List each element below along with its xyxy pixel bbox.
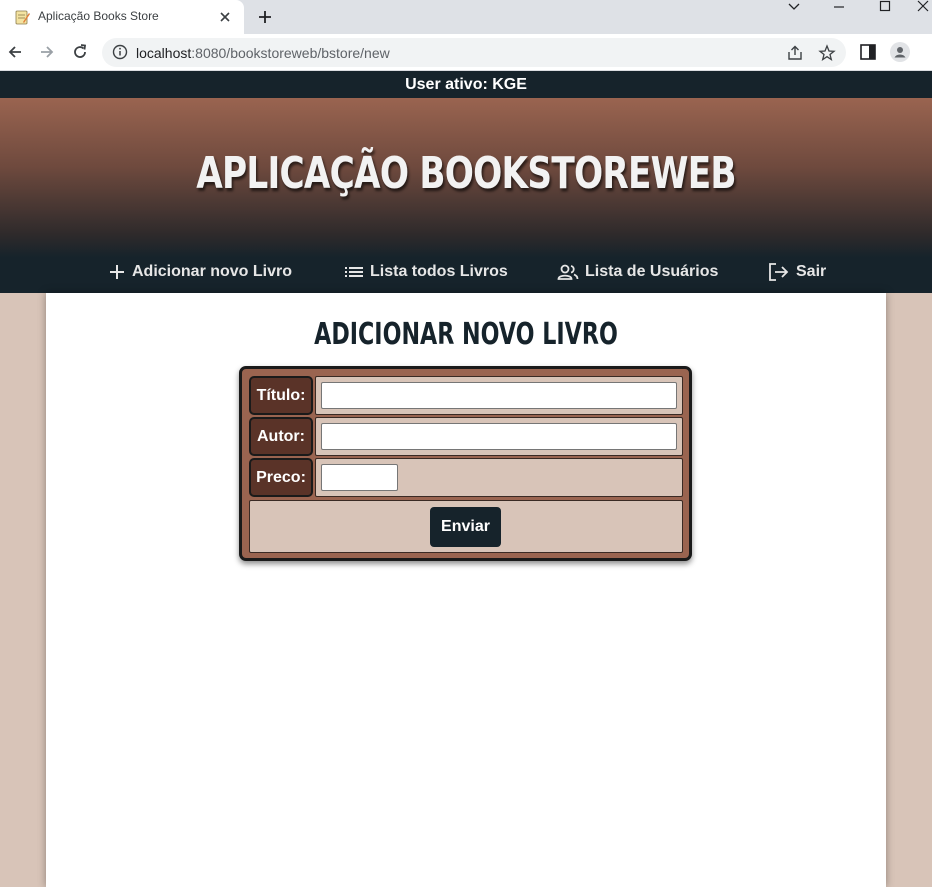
nav-list-books[interactable]: Lista todos Livros xyxy=(344,260,508,284)
logout-icon xyxy=(769,263,789,281)
main-nav: Adicionar novo Livro Lista todos Livros xyxy=(0,248,932,293)
browser-tab-bar: Aplicação Books Store xyxy=(0,0,932,34)
maximize-icon[interactable] xyxy=(870,0,900,14)
submit-cell: Enviar xyxy=(249,500,683,553)
browser-tab[interactable]: Aplicação Books Store xyxy=(0,0,244,34)
enviar-button[interactable]: Enviar xyxy=(430,507,501,547)
url-path: :8080/bookstoreweb/bstore/new xyxy=(191,45,390,61)
nav-list-books-label: Lista todos Livros xyxy=(370,263,508,280)
form-title: ADICIONAR NOVO LIVRO xyxy=(314,317,618,352)
reload-icon[interactable] xyxy=(70,42,90,62)
bookmark-star-icon[interactable] xyxy=(818,44,836,62)
preco-input[interactable] xyxy=(321,464,398,491)
url-text: localhost:8080/bookstoreweb/bstore/new xyxy=(136,45,390,61)
browser-toolbar: localhost:8080/bookstoreweb/bstore/new xyxy=(0,34,932,71)
share-icon[interactable] xyxy=(786,44,804,62)
main-content: ADICIONAR NOVO LIVRO Título: Autor: Prec… xyxy=(46,293,886,887)
profile-avatar-icon[interactable] xyxy=(890,42,910,62)
nav-list-users-label: Lista de Usuários xyxy=(585,263,719,280)
plus-icon xyxy=(110,265,124,279)
url-host: localhost xyxy=(136,45,192,61)
autor-cell xyxy=(315,417,683,456)
nav-add-book-label: Adicionar novo Livro xyxy=(132,263,293,280)
tab-search-icon[interactable] xyxy=(779,0,809,14)
web-page: User ativo: KGE APLICAÇÃO BOOKSTOREWEB A… xyxy=(0,71,932,887)
titulo-label: Título: xyxy=(249,376,313,415)
nav-logout-label: Sair xyxy=(796,263,827,280)
notepad-favicon-icon xyxy=(15,10,30,25)
users-icon xyxy=(557,264,579,280)
site-title: APLICAÇÃO BOOKSTOREWEB xyxy=(196,148,736,199)
preco-cell xyxy=(315,458,683,497)
side-panel-icon[interactable] xyxy=(858,42,878,62)
forward-icon[interactable] xyxy=(37,42,57,62)
address-bar[interactable]: localhost:8080/bookstoreweb/bstore/new xyxy=(102,38,846,67)
site-header: APLICAÇÃO BOOKSTOREWEB Adicionar novo Li… xyxy=(0,98,932,293)
preco-label: Preco: xyxy=(249,458,313,497)
nav-logout[interactable]: Sair xyxy=(768,260,826,284)
add-book-form: Título: Autor: Preco: Enviar xyxy=(239,366,692,561)
new-tab-icon[interactable] xyxy=(255,7,275,27)
autor-input[interactable] xyxy=(321,423,677,450)
nav-add-book[interactable]: Adicionar novo Livro xyxy=(108,260,292,284)
autor-label: Autor: xyxy=(249,417,313,456)
tab-title: Aplicação Books Store xyxy=(38,9,159,23)
close-window-icon[interactable] xyxy=(912,0,932,14)
minimize-icon[interactable] xyxy=(824,0,854,14)
back-icon[interactable] xyxy=(5,42,25,62)
close-tab-icon[interactable] xyxy=(216,8,234,26)
titulo-input[interactable] xyxy=(321,382,677,409)
nav-list-users[interactable]: Lista de Usuários xyxy=(557,260,718,284)
active-user-bar: User ativo: KGE xyxy=(0,71,932,98)
titulo-cell xyxy=(315,376,683,415)
list-icon xyxy=(345,267,363,277)
site-info-icon[interactable] xyxy=(112,44,128,60)
